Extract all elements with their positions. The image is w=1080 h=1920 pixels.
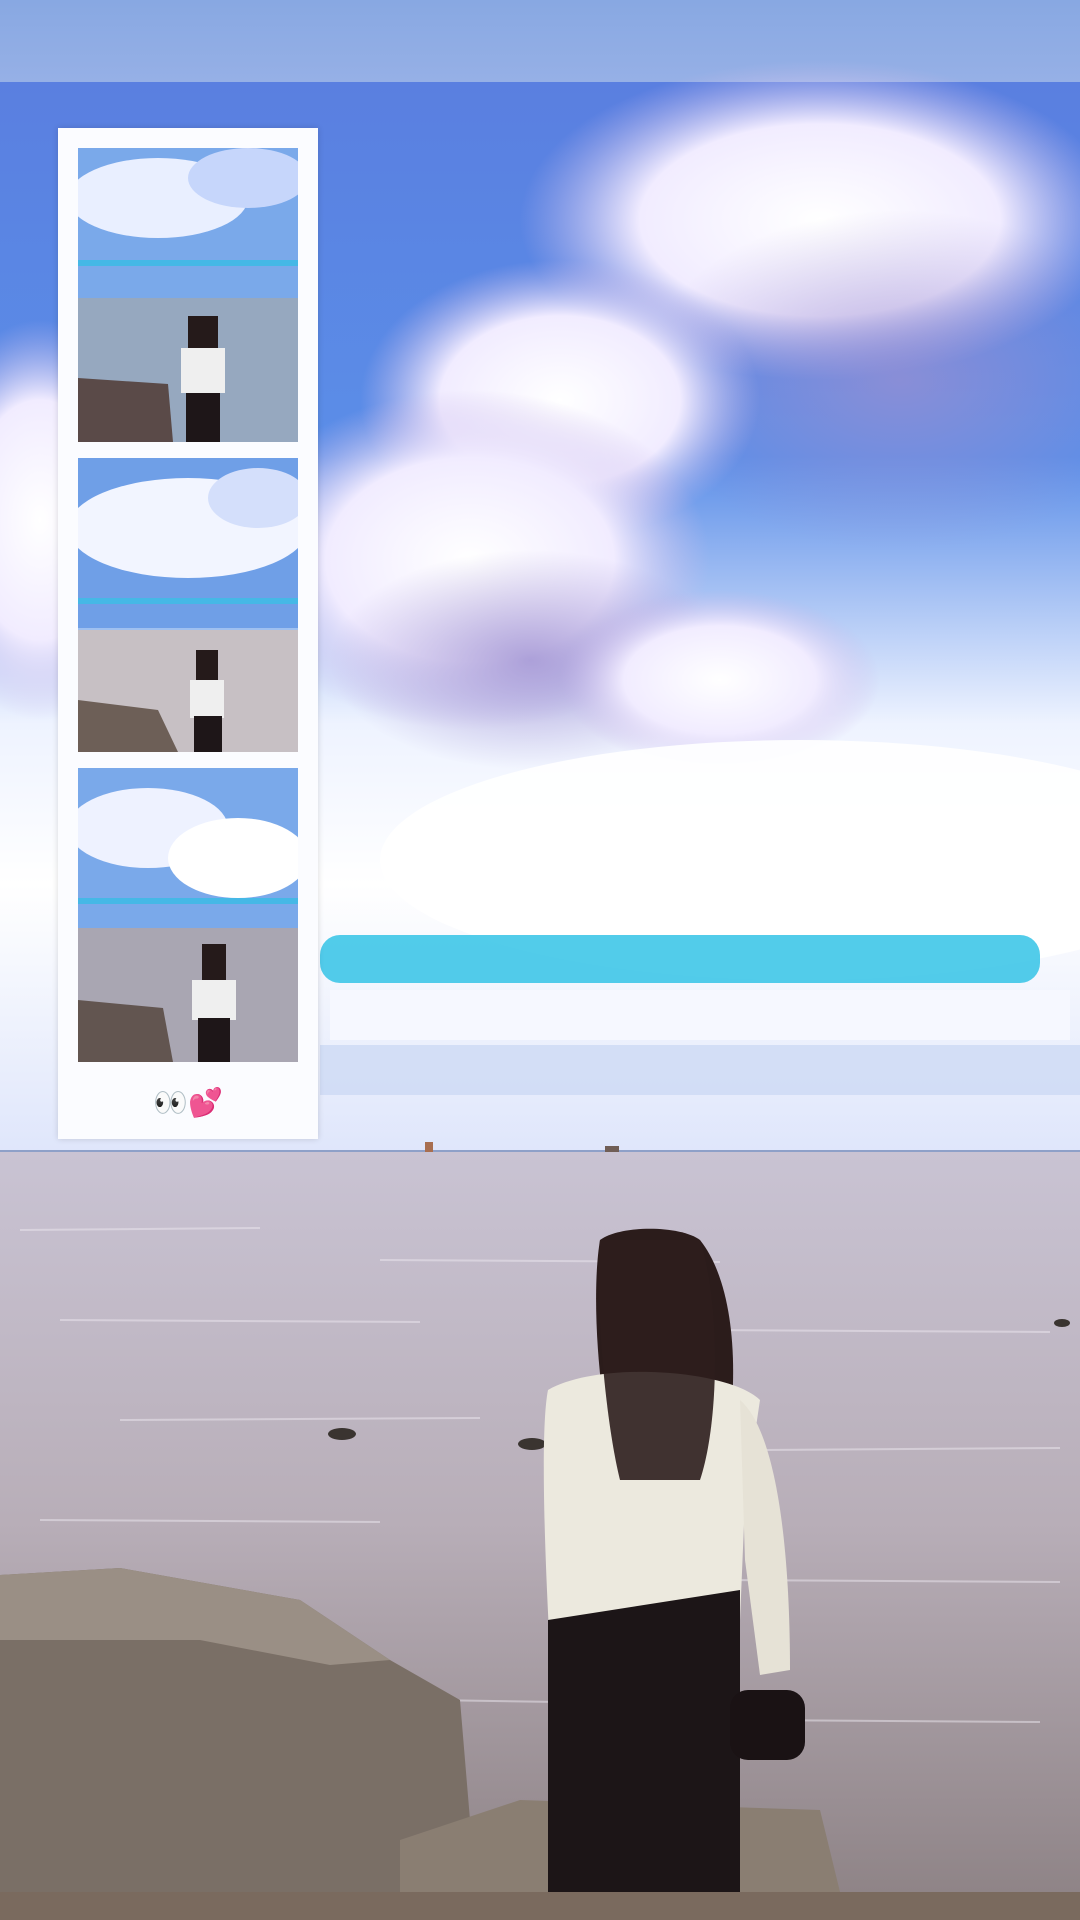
photo-strip-frame-3 [78, 768, 298, 1062]
story-footer-bar [0, 1892, 1080, 1920]
photo-strip-frame-1 [78, 148, 298, 442]
photo-strip-caption: 👀💕 [153, 1086, 223, 1119]
photo-strip-frame-2 [78, 458, 298, 752]
photo-strip: 👀💕 [58, 128, 318, 1139]
